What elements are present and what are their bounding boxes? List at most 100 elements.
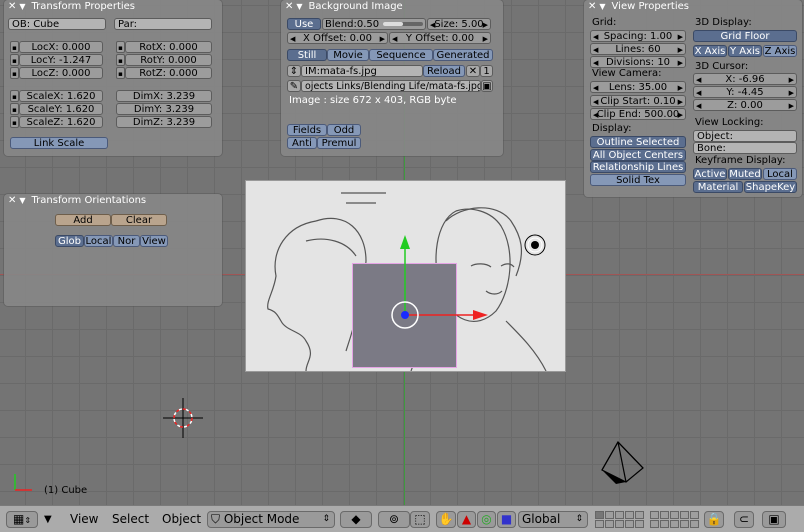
locy-field[interactable]: LocY: -1.247: [19, 54, 103, 66]
scaley-field[interactable]: ScaleY: 1.620: [19, 103, 103, 115]
panel-header[interactable]: ✕ ▼ Transform Properties: [4, 0, 222, 14]
lock-icon[interactable]: ▪: [116, 41, 125, 53]
decrement-arrow-icon[interactable]: ◀: [593, 57, 598, 67]
increment-arrow-icon[interactable]: ▶: [483, 33, 488, 43]
image-users-count[interactable]: 1: [480, 65, 493, 77]
x-axis-toggle[interactable]: X Axis: [693, 45, 727, 57]
roty-field[interactable]: RotY: 0.000: [125, 54, 212, 66]
panel-header[interactable]: ✕ ▼ Background Image: [281, 0, 503, 14]
grid-lines-field[interactable]: ◀ Lines: 60 ▶: [590, 43, 686, 55]
layer-button[interactable]: [605, 520, 614, 528]
scalex-field[interactable]: ScaleX: 1.620: [19, 90, 103, 102]
layer-button[interactable]: [635, 511, 644, 519]
decrement-arrow-icon[interactable]: ◀: [290, 33, 295, 43]
grid-floor-toggle[interactable]: Grid Floor: [693, 30, 797, 42]
layer-button[interactable]: [690, 511, 699, 519]
increment-arrow-icon[interactable]: ▶: [678, 44, 683, 54]
y-axis-toggle[interactable]: Y Axis: [728, 45, 762, 57]
odd-toggle[interactable]: Odd: [327, 124, 361, 136]
locx-field[interactable]: LocX: 0.000: [19, 41, 103, 53]
increment-arrow-icon[interactable]: ▶: [483, 19, 488, 29]
transform-orientations-panel[interactable]: ✕ ▼ Transform Orientations Add Clear Glob …: [4, 194, 222, 306]
render-icon[interactable]: ▣: [762, 511, 786, 528]
close-icon[interactable]: ✕: [8, 195, 16, 206]
panel-header[interactable]: ✕ ▼ Transform Orientations: [4, 194, 222, 208]
collapse-triangle-icon[interactable]: ▼: [296, 2, 302, 11]
view-menu[interactable]: View: [70, 511, 98, 528]
object-menu[interactable]: Object: [162, 511, 201, 528]
cursor-x-field[interactable]: ◀ X: -6.96 ▶: [693, 73, 797, 85]
locz-field[interactable]: LocZ: 0.000: [19, 67, 103, 79]
rotz-field[interactable]: RotZ: 0.000: [125, 67, 212, 79]
reload-button[interactable]: Reload: [423, 65, 465, 77]
increment-arrow-icon[interactable]: ▶: [678, 31, 683, 41]
decrement-arrow-icon[interactable]: ◀: [696, 87, 701, 97]
fields-toggle[interactable]: Fields: [287, 124, 327, 136]
premul-toggle[interactable]: Premul: [317, 137, 361, 149]
layer-button[interactable]: [690, 520, 699, 528]
solid-tex-toggle[interactable]: Solid Tex: [590, 174, 686, 186]
select-menu[interactable]: Select: [112, 511, 149, 528]
keyframe-material-toggle[interactable]: Material: [693, 181, 743, 193]
decrement-arrow-icon[interactable]: ◀: [593, 109, 598, 119]
draw-type-dropdown[interactable]: ◆: [340, 511, 372, 528]
editor-type-menu[interactable]: ▦⇕: [6, 511, 38, 528]
source-generated-tab[interactable]: Generated: [433, 49, 493, 61]
layer-button[interactable]: [625, 511, 634, 519]
layer-button[interactable]: [605, 511, 614, 519]
lock-icon[interactable]: ▪: [10, 54, 19, 66]
lock-object-field[interactable]: Object:: [693, 130, 797, 142]
increment-arrow-icon[interactable]: ▶: [678, 96, 683, 106]
decrement-arrow-icon[interactable]: ◀: [593, 44, 598, 54]
increment-arrow-icon[interactable]: ▶: [380, 33, 385, 43]
image-name-field[interactable]: IM:mata-fs.jpg: [301, 65, 423, 77]
increment-arrow-icon[interactable]: ▶: [789, 100, 794, 110]
decrement-arrow-icon[interactable]: ◀: [696, 100, 701, 110]
all-object-centers-toggle[interactable]: All Object Centers: [590, 149, 686, 161]
orientation-nor-button[interactable]: Nor: [113, 235, 140, 247]
layer-button[interactable]: [680, 520, 689, 528]
layer-button[interactable]: [595, 511, 604, 519]
dimz-field[interactable]: DimZ: 3.239: [116, 116, 212, 128]
pack-icon[interactable]: ▣: [481, 80, 493, 92]
link-scale-button[interactable]: Link Scale: [10, 137, 108, 149]
lock-icon[interactable]: ▪: [10, 67, 19, 79]
collapse-triangle-icon[interactable]: ▼: [599, 2, 605, 11]
layer-button[interactable]: [680, 511, 689, 519]
lock-icon[interactable]: ▪: [116, 67, 125, 79]
size-field[interactable]: ◀ Size: 5.00 ▶: [427, 18, 491, 30]
increment-arrow-icon[interactable]: ▶: [678, 82, 683, 92]
collapse-menu-icon[interactable]: ▼: [44, 511, 52, 528]
layer-button[interactable]: [595, 520, 604, 528]
collapse-triangle-icon[interactable]: ▼: [19, 2, 25, 11]
decrement-arrow-icon[interactable]: ◀: [593, 82, 598, 92]
clear-orientation-button[interactable]: Clear: [111, 214, 167, 226]
manipulator-toggle[interactable]: ✋: [436, 511, 456, 528]
decrement-arrow-icon[interactable]: ◀: [392, 33, 397, 43]
anti-toggle[interactable]: Anti: [287, 137, 317, 149]
panel-header[interactable]: ✕ ▼ View Properties: [584, 0, 802, 14]
layer-button[interactable]: [660, 511, 669, 519]
camera-icon[interactable]: [598, 440, 648, 486]
add-orientation-button[interactable]: Add: [55, 214, 111, 226]
mode-dropdown[interactable]: ⛉ Object Mode ⇕: [207, 511, 335, 528]
orientation-glob-button[interactable]: Glob: [55, 235, 84, 247]
increment-arrow-icon[interactable]: ▶: [678, 57, 683, 67]
snap-icon[interactable]: ⊂: [734, 511, 754, 528]
y-offset-field[interactable]: ◀ Y Offset: 0.00 ▶: [389, 32, 491, 44]
source-movie-tab[interactable]: Movie: [327, 49, 369, 61]
lock-icon[interactable]: ▪: [10, 103, 19, 115]
image-path-field[interactable]: ojects Links/Blending Life/mata-fs.jpg: [301, 80, 481, 92]
rotx-field[interactable]: RotX: 0.000: [125, 41, 212, 53]
layer-button[interactable]: [670, 511, 679, 519]
scale-manipulator-button[interactable]: ■: [497, 511, 516, 528]
clip-end-field[interactable]: ◀ Clip End: 500.00 ▶: [590, 108, 686, 120]
increment-arrow-icon[interactable]: ▶: [789, 87, 794, 97]
scalez-field[interactable]: ScaleZ: 1.620: [19, 116, 103, 128]
lens-field[interactable]: ◀ Lens: 35.00 ▶: [590, 81, 686, 93]
lock-icon[interactable]: ▪: [10, 116, 19, 128]
layer-button[interactable]: [615, 511, 624, 519]
transform-manipulator[interactable]: [380, 225, 500, 335]
x-offset-field[interactable]: ◀ X Offset: 0.00 ▶: [287, 32, 388, 44]
dimy-field[interactable]: DimY: 3.239: [116, 103, 212, 115]
